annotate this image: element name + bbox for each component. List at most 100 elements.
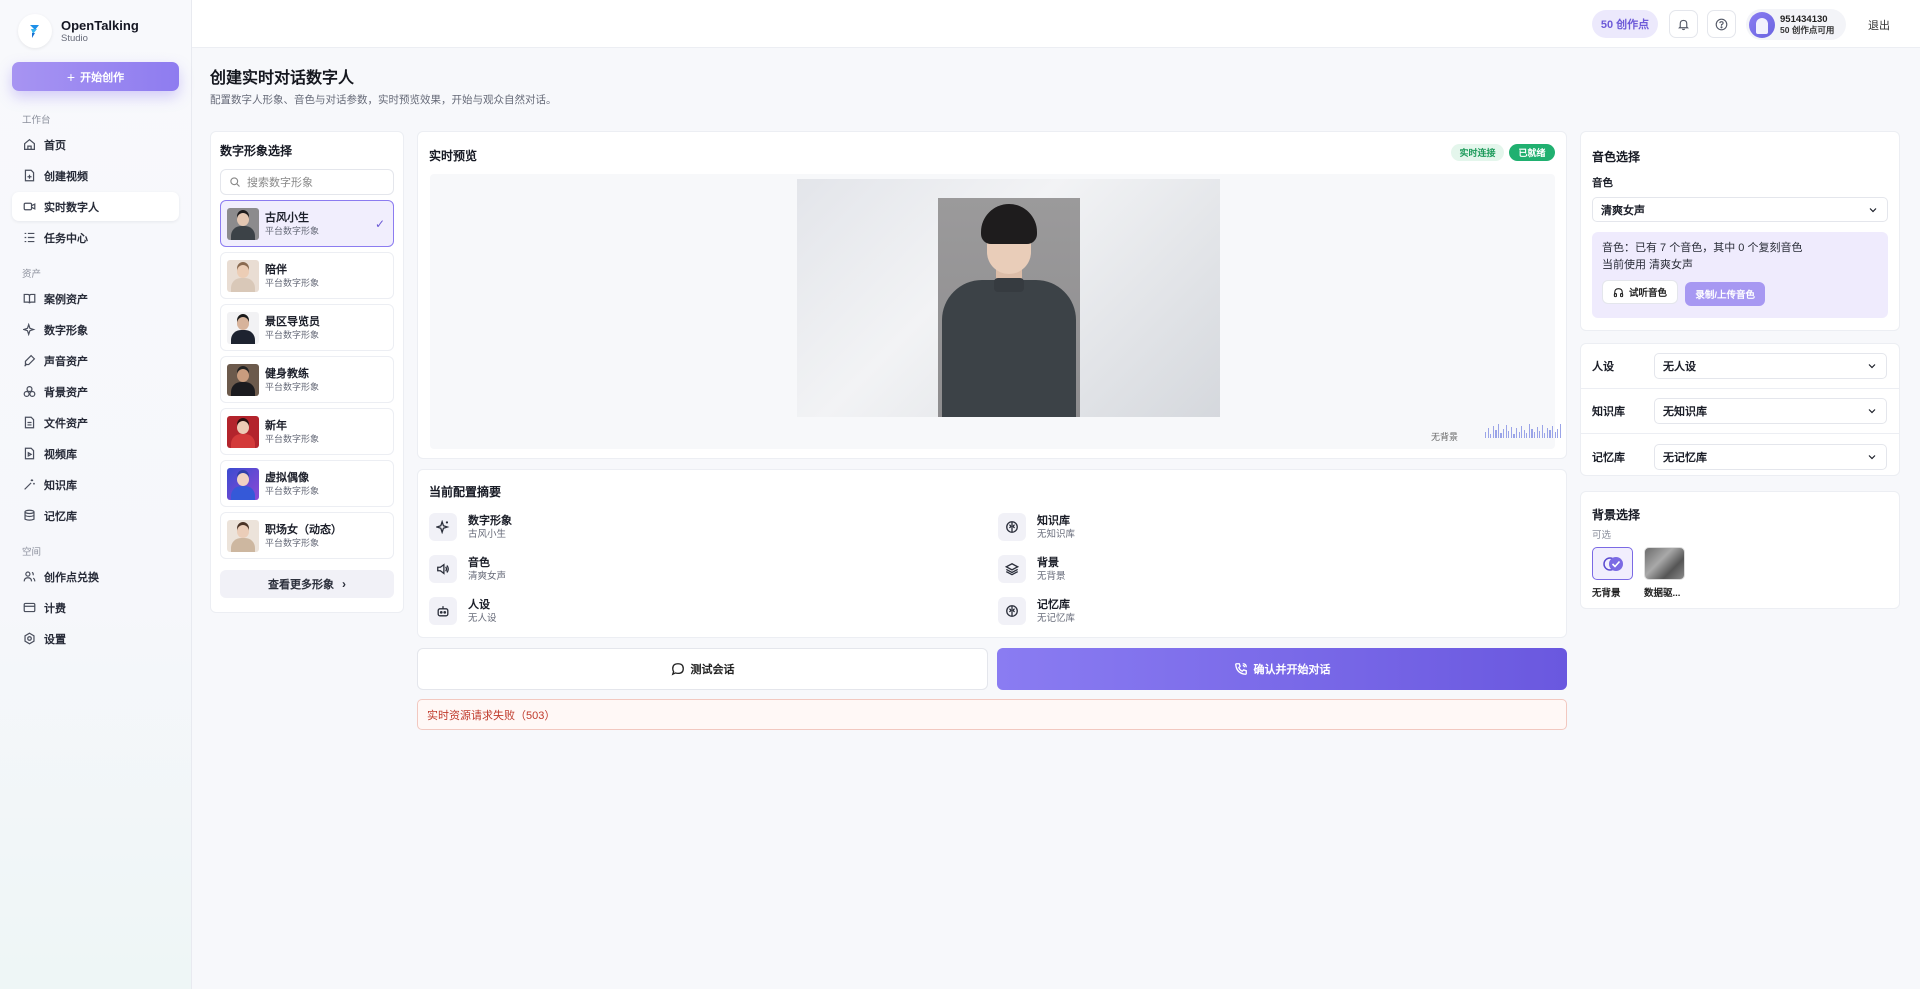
home-icon [22, 138, 36, 152]
memory-base-select[interactable]: 无记忆库 [1654, 443, 1887, 470]
sidebar-item-label: 实时数字人 [44, 201, 99, 214]
voice-info-count: 音色：已有 7 个音色，其中 0 个复刻音色 [1602, 242, 1803, 254]
avatar-portrait [938, 198, 1080, 417]
voice-panel-title: 音色选择 [1592, 150, 1641, 164]
avatar-type: 平台数字形象 [265, 381, 320, 392]
sidebar-item-digital-avatar[interactable]: 数字形象 [12, 315, 179, 344]
sidebar-item-settings[interactable]: 设置 [12, 624, 179, 653]
sidebar-item-label: 背景资产 [44, 386, 88, 399]
phone-icon [1234, 663, 1247, 675]
config-summary-panel: 当前配置摘要 数字形象 古风小生 知识库 无知识库 音色 清爽女声 背景 无背景 人设无… [417, 469, 1567, 638]
test-session-button[interactable]: 测试会话 [417, 648, 988, 690]
summary-label: 背景 [1037, 556, 1059, 569]
avatar-search-input[interactable]: 搜索数字形象 [220, 169, 394, 195]
avatar-item[interactable]: 景区导览员 平台数字形象 [220, 304, 394, 351]
start-creating-button[interactable]: + 开始创作 [12, 62, 179, 91]
status-badge-live: 实时连接 [1451, 144, 1504, 161]
summary-value: 无记忆库 [1037, 612, 1076, 624]
sidebar-item-video-library[interactable]: 视频库 [12, 439, 179, 468]
sidebar-item-task-center[interactable]: 任务中心 [12, 223, 179, 252]
topbar [192, 0, 1920, 48]
view-more-label: 查看更多形象 [268, 579, 334, 591]
voice-select-value: 清爽女声 [1601, 204, 1645, 217]
status-badge-ready: 已就绪 [1509, 144, 1555, 161]
sidebar-item-voice-assets[interactable]: 声音资产 [12, 346, 179, 375]
avatar-thumbnail [227, 467, 259, 500]
start-conversation-button[interactable]: 确认并开始对话 [997, 648, 1567, 690]
brain-icon [998, 597, 1026, 625]
logo-icon [18, 14, 52, 48]
sidebar-item-home[interactable]: 首页 [12, 130, 179, 159]
knowledge-base-row: 知识库 无知识库 [1581, 389, 1899, 434]
avatar-item[interactable]: 职场女（动态） 平台数字形象 [220, 512, 394, 559]
avatar-item[interactable]: 虚拟偶像 平台数字形象 [220, 460, 394, 507]
layers-icon [22, 385, 36, 399]
summary-value: 无人设 [468, 612, 497, 624]
help-icon [1715, 18, 1728, 30]
avatar-type: 平台数字形象 [265, 485, 320, 496]
brand[interactable]: OpenTalking Studio [0, 0, 191, 62]
voice-select[interactable]: 清爽女声 [1592, 197, 1888, 222]
logout-button[interactable]: 退出 [1868, 17, 1890, 33]
avatar-item[interactable]: 古风小生 平台数字形象 ✓ [220, 200, 394, 247]
book-icon [22, 292, 36, 306]
headphones-icon [1613, 287, 1624, 297]
brand-name: OpenTalking [61, 17, 139, 33]
sidebar-item-memory-base[interactable]: 记忆库 [12, 501, 179, 530]
record-upload-voice-button[interactable]: 录制/上传音色 [1685, 281, 1765, 306]
summary-item-knowledge: 知识库 无知识库 [998, 513, 1075, 541]
chevron-down-icon [1868, 364, 1876, 369]
persona-select[interactable]: 无人设 [1654, 353, 1887, 379]
sidebar-item-create-video[interactable]: 创建视频 [12, 161, 179, 190]
avatar-item[interactable]: 健身教练 平台数字形象 [220, 356, 394, 403]
sidebar-item-background-assets[interactable]: 背景资产 [12, 377, 179, 406]
notification-button[interactable] [1669, 10, 1698, 38]
sidebar-item-realtime-avatar[interactable]: 实时数字人 [12, 192, 179, 221]
help-button[interactable] [1707, 10, 1736, 38]
summary-value: 无背景 [1037, 570, 1066, 582]
background-option-image[interactable] [1644, 547, 1685, 580]
sidebar-item-credit-exchange[interactable]: 创作点兑换 [12, 562, 179, 591]
sidebar-item-label: 任务中心 [44, 232, 88, 245]
summary-label: 人设 [468, 598, 490, 611]
test-session-label: 测试会话 [690, 664, 735, 676]
avatar-name: 虚拟偶像 [265, 471, 309, 484]
preview-video[interactable] [797, 179, 1220, 417]
credits-badge[interactable]: 50 创作点 [1592, 10, 1658, 38]
background-status: 无背景 [1431, 432, 1459, 442]
background-caption: 数据驱... [1644, 588, 1681, 599]
knowledge-base-select[interactable]: 无知识库 [1654, 398, 1887, 424]
background-option-none[interactable] [1592, 547, 1633, 580]
nav-section-workbench: 工作台 [22, 115, 51, 126]
summary-item-memory: 记忆库 无记忆库 [998, 597, 1075, 625]
avatar-panel-title: 数字形象选择 [220, 144, 293, 158]
database-icon [22, 509, 36, 523]
video-camera-icon [22, 200, 36, 214]
sidebar-item-label: 创建视频 [44, 170, 88, 183]
summary-label: 数字形象 [468, 514, 512, 527]
memory-base-select-value: 无记忆库 [1663, 451, 1707, 464]
sidebar-item-case-assets[interactable]: 案例资产 [12, 284, 179, 313]
sidebar-item-label: 创作点兑换 [44, 571, 99, 584]
sidebar-item-billing[interactable]: 计费 [12, 593, 179, 622]
avatar-item[interactable]: 新年 平台数字形象 [220, 408, 394, 455]
sidebar-item-file-assets[interactable]: 文件资产 [12, 408, 179, 437]
listen-voice-button[interactable]: 试听音色 [1602, 280, 1679, 304]
user-menu[interactable]: 951434130 50 创作点可用 [1746, 9, 1846, 40]
avatar-name: 古风小生 [265, 211, 309, 224]
avatar-name: 陪伴 [265, 263, 287, 276]
avatar-item[interactable]: 陪伴 平台数字形象 [220, 252, 394, 299]
audio-waveform [1485, 422, 1561, 438]
avatar-thumbnail [227, 311, 259, 344]
avatar-type: 平台数字形象 [265, 433, 320, 444]
sidebar-item-knowledge-base[interactable]: 知识库 [12, 470, 179, 499]
avatar-name: 职场女（动态） [265, 523, 342, 536]
avatar [1749, 11, 1775, 38]
mic-icon [22, 354, 36, 368]
view-more-avatars-button[interactable]: 查看更多形象 › [220, 570, 394, 598]
sidebar-item-label: 知识库 [44, 479, 77, 492]
brand-sub: Studio [61, 32, 88, 44]
sidebar-item-label: 声音资产 [44, 355, 88, 368]
summary-item-voice: 音色 清爽女声 [429, 555, 506, 583]
knowledge-base-label: 知识库 [1592, 406, 1625, 418]
